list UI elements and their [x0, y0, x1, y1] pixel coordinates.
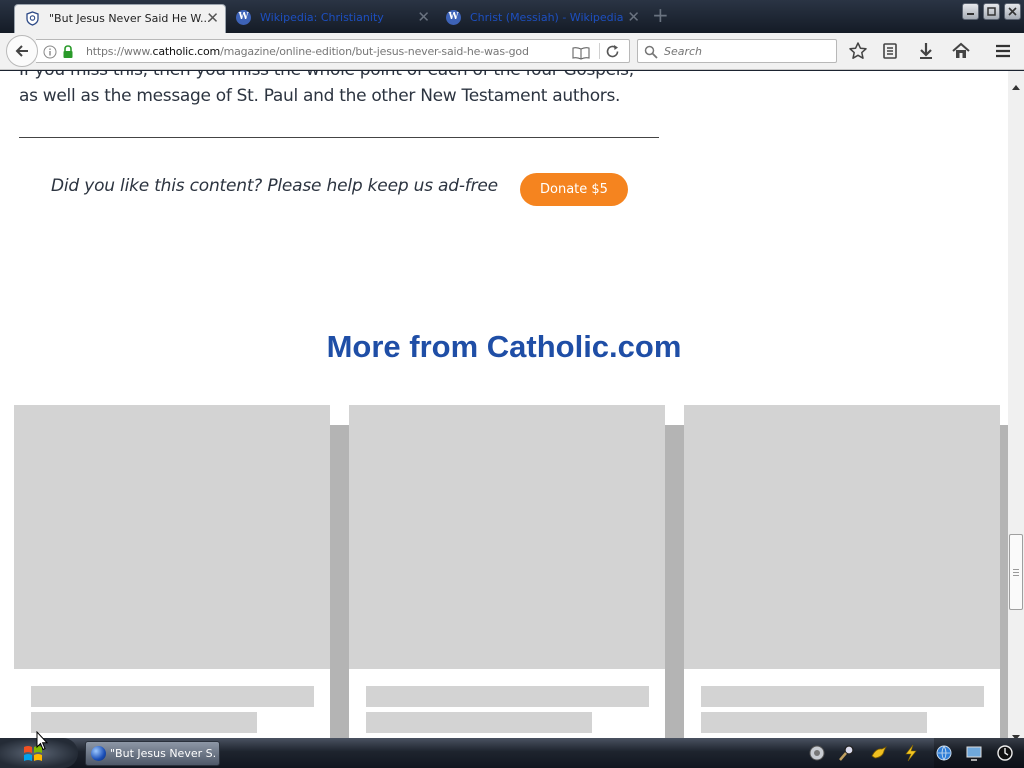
- tab-inactive-2[interactable]: W Christ (Messiah) - Wikipedia ✕: [436, 4, 646, 33]
- windows-taskbar: "But Jesus Never S...: [0, 738, 1024, 768]
- tray-monitor-icon[interactable]: [965, 744, 983, 762]
- article-card-placeholder[interactable]: [14, 405, 330, 738]
- maximize-button[interactable]: [983, 3, 1000, 20]
- donate-prompt: Did you like this content? Please help k…: [51, 176, 498, 196]
- card-thumbnail-placeholder: [349, 405, 665, 669]
- more-from-heading: More from Catholic.com: [326, 329, 682, 364]
- article-card-placeholder[interactable]: [349, 405, 665, 738]
- tray-clock-icon[interactable]: [996, 744, 1014, 762]
- card-title-placeholder: [366, 712, 592, 733]
- reload-icon[interactable]: [605, 44, 620, 63]
- scrollbar-thumb[interactable]: [1009, 534, 1023, 610]
- card-thumbnail-placeholder: [684, 405, 1000, 669]
- card-title-placeholder: [366, 686, 649, 707]
- wikipedia-w-icon: W: [446, 10, 461, 25]
- info-icon[interactable]: [43, 44, 57, 63]
- tab-title: Christ (Messiah) - Wikipedia: [470, 11, 624, 24]
- article-line: If you miss this, then you miss the whol…: [19, 71, 669, 83]
- article-text: If you miss this, then you miss the whol…: [19, 71, 669, 109]
- reader-view-icon[interactable]: [572, 45, 590, 64]
- tab-title: "But Jesus Never Said He W...: [49, 12, 209, 25]
- search-bar[interactable]: [637, 39, 837, 63]
- url-prefix: https://www.: [86, 45, 153, 58]
- lock-icon[interactable]: [62, 44, 74, 63]
- menu-icon[interactable]: [993, 41, 1013, 61]
- tray-network-icon[interactable]: [935, 744, 953, 762]
- close-icon[interactable]: ✕: [417, 8, 430, 26]
- nav-toolbar: https://www.catholic.com/magazine/online…: [0, 33, 1024, 70]
- download-icon[interactable]: [916, 41, 936, 61]
- card-title-placeholder: [701, 712, 927, 733]
- tab-title: Wikipedia: Christianity: [260, 11, 384, 24]
- card-title-placeholder: [31, 686, 314, 707]
- url-text[interactable]: https://www.catholic.com/magazine/online…: [86, 45, 529, 58]
- wikipedia-w-icon: W: [236, 10, 251, 25]
- tab-active[interactable]: "But Jesus Never Said He W... ✕: [14, 4, 226, 33]
- mouse-cursor-icon: [36, 730, 49, 755]
- close-window-button[interactable]: [1004, 3, 1021, 20]
- taskbar-firefox-button[interactable]: "But Jesus Never S...: [85, 741, 220, 766]
- card-thumbnail-placeholder: [14, 405, 330, 669]
- article-divider: [19, 137, 659, 138]
- search-icon: [644, 44, 658, 63]
- minimize-button[interactable]: [962, 3, 979, 20]
- card-title-placeholder: [31, 712, 257, 733]
- taskbar-button-label: "But Jesus Never S...: [110, 747, 215, 760]
- url-separator: [599, 43, 600, 59]
- bookmarks-list-icon[interactable]: [880, 41, 900, 61]
- article-line: as well as the message of St. Paul and t…: [19, 86, 621, 106]
- page-viewport: If you miss this, then you miss the whol…: [0, 71, 1008, 738]
- tray-bird-icon[interactable]: [870, 744, 888, 762]
- tray-circle-icon[interactable]: [808, 744, 826, 762]
- tray-magnifier-icon[interactable]: [838, 744, 856, 762]
- home-icon[interactable]: [951, 41, 971, 61]
- scroll-up-icon[interactable]: [1012, 75, 1020, 94]
- article-card-placeholder[interactable]: [684, 405, 1000, 738]
- tray-lightning-icon[interactable]: [902, 744, 920, 762]
- catholic-shield-icon: [25, 11, 40, 26]
- search-input[interactable]: [664, 43, 829, 59]
- close-icon[interactable]: ✕: [627, 8, 640, 26]
- bookmark-star-icon[interactable]: [848, 41, 868, 61]
- close-icon[interactable]: ✕: [206, 9, 219, 27]
- vertical-scrollbar[interactable]: [1008, 71, 1024, 740]
- new-tab-button[interactable]: +: [652, 3, 669, 27]
- back-button[interactable]: [6, 35, 38, 67]
- tab-strip: "But Jesus Never Said He W... ✕ W Wikipe…: [0, 0, 1024, 33]
- browser-globe-icon: [91, 746, 106, 761]
- url-domain: catholic.com: [152, 45, 221, 58]
- tab-inactive-1[interactable]: W Wikipedia: Christianity ✕: [226, 4, 436, 33]
- card-title-placeholder: [701, 686, 984, 707]
- donate-button[interactable]: Donate $5: [520, 173, 628, 206]
- url-path: /magazine/online-edition/but-jesus-never…: [220, 45, 529, 58]
- url-bar[interactable]: https://www.catholic.com/magazine/online…: [36, 39, 630, 63]
